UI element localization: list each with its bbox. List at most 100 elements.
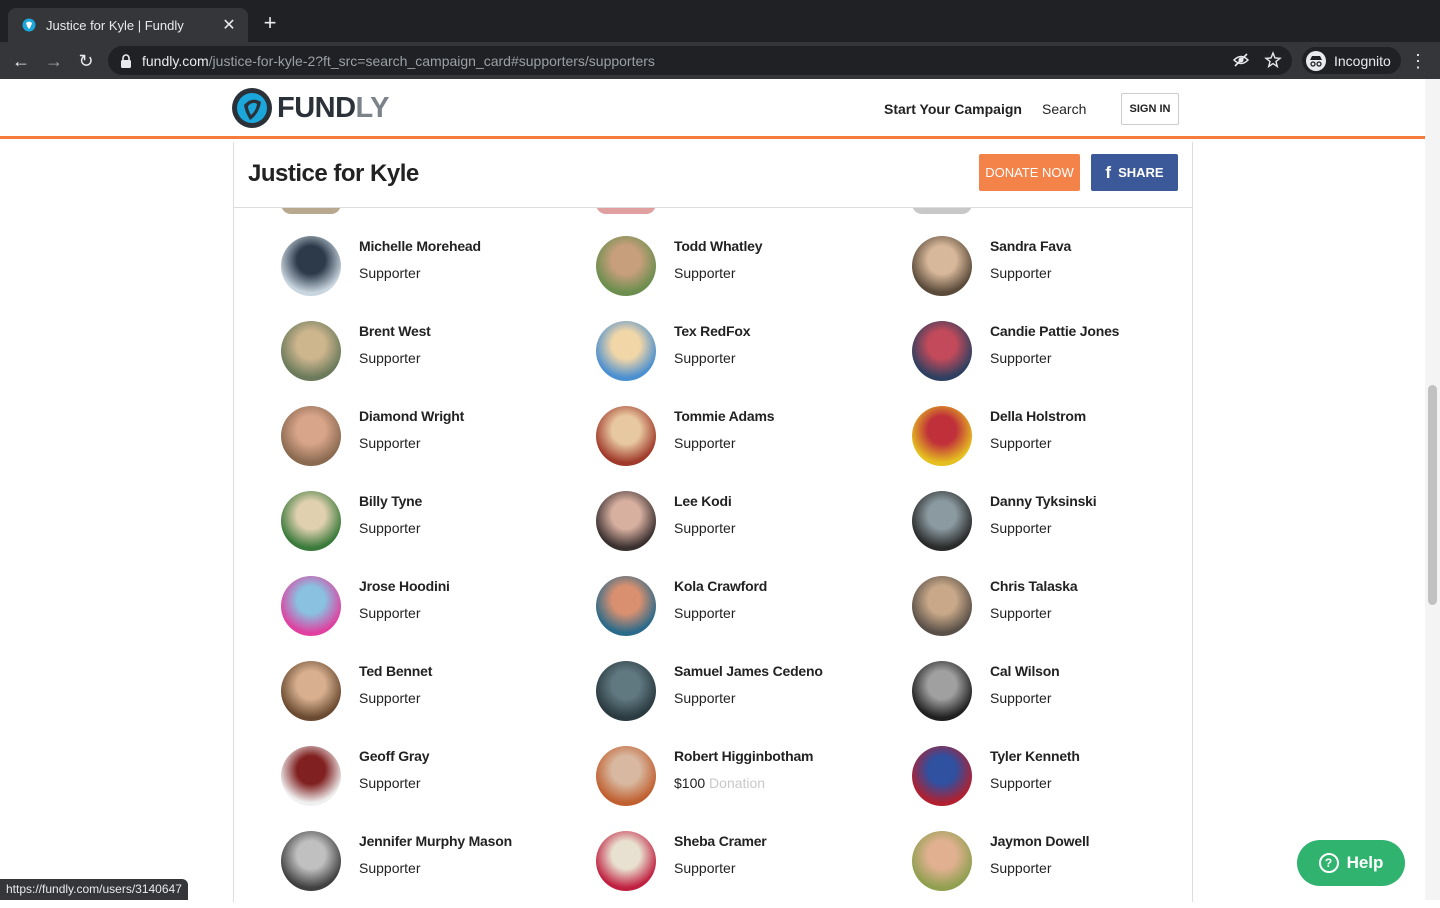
avatar[interactable] bbox=[596, 406, 656, 466]
avatar[interactable] bbox=[281, 661, 341, 721]
supporter-card[interactable]: Geoff Gray Supporter bbox=[281, 746, 581, 816]
new-tab-icon[interactable]: + bbox=[258, 11, 282, 35]
supporter-card[interactable]: Tyler Kenneth Supporter bbox=[912, 746, 1192, 816]
supporter-name[interactable]: Sheba Cramer bbox=[674, 833, 767, 849]
avatar[interactable] bbox=[912, 661, 972, 721]
supporter-card[interactable]: Tommie Adams Supporter bbox=[596, 406, 896, 476]
supporter-card[interactable]: Diamond Wright Supporter bbox=[281, 406, 581, 476]
star-icon[interactable] bbox=[1264, 51, 1282, 69]
avatar[interactable] bbox=[281, 208, 341, 214]
browser-tab[interactable]: Justice for Kyle | Fundly ✕ bbox=[8, 8, 248, 42]
avatar[interactable] bbox=[596, 576, 656, 636]
supporter-card[interactable]: Lee Kodi Supporter bbox=[596, 491, 896, 561]
avatar[interactable] bbox=[912, 491, 972, 551]
search-link[interactable]: Search bbox=[1042, 101, 1086, 117]
avatar[interactable] bbox=[912, 831, 972, 891]
help-button[interactable]: ? Help bbox=[1297, 840, 1405, 886]
avatar[interactable] bbox=[596, 746, 656, 806]
browser-menu-icon[interactable]: ⋮ bbox=[1408, 48, 1428, 74]
supporter-name[interactable]: Samuel James Cedeno bbox=[674, 663, 823, 679]
supporter-card[interactable]: Cal Wilson Supporter bbox=[912, 661, 1192, 731]
supporter-card[interactable]: Ted Bennet Supporter bbox=[281, 661, 581, 731]
forward-arrow-icon[interactable]: → bbox=[41, 48, 67, 74]
supporter-name[interactable]: Tex RedFox bbox=[674, 323, 751, 339]
avatar[interactable] bbox=[281, 321, 341, 381]
supporter-card[interactable]: Danny Tyksinski Supporter bbox=[912, 491, 1192, 561]
avatar[interactable] bbox=[281, 406, 341, 466]
facebook-share-button[interactable]: f SHARE bbox=[1091, 154, 1178, 191]
supporter-card[interactable]: Jennifer Murphy Mason Supporter bbox=[281, 831, 581, 901]
supporter-card[interactable]: Brent West Supporter bbox=[281, 321, 581, 391]
scrollbar-thumb[interactable] bbox=[1428, 385, 1437, 605]
supporter-name[interactable]: Sandra Fava bbox=[990, 238, 1071, 254]
supporter-card[interactable]: Jaymon Dowell Supporter bbox=[912, 831, 1192, 901]
back-arrow-icon[interactable]: ← bbox=[8, 48, 34, 74]
supporter-name[interactable]: Danny Tyksinski bbox=[990, 493, 1097, 509]
supporter-card[interactable]: Chris Talaska Supporter bbox=[912, 576, 1192, 646]
start-campaign-link[interactable]: Start Your Campaign bbox=[884, 101, 1022, 117]
avatar[interactable] bbox=[281, 236, 341, 296]
supporter-name[interactable]: Kola Crawford bbox=[674, 578, 767, 594]
supporter-name[interactable]: Ted Bennet bbox=[359, 663, 432, 679]
campaign-frame: Justice for Kyle DONATE NOW f SHARE Mich… bbox=[233, 142, 1193, 902]
avatar[interactable] bbox=[596, 491, 656, 551]
supporter-card[interactable]: Robert Higginbotham $100 Donation bbox=[596, 746, 896, 816]
avatar[interactable] bbox=[912, 236, 972, 296]
supporter-card[interactable]: Sheba Cramer Supporter bbox=[596, 831, 896, 901]
supporter-card[interactable]: Kola Crawford Supporter bbox=[596, 576, 896, 646]
supporter-card[interactable]: Todd Whatley Supporter bbox=[596, 236, 896, 306]
supporter-role: Supporter bbox=[674, 265, 735, 281]
supporter-card[interactable]: Candie Pattie Jones Supporter bbox=[912, 321, 1192, 391]
supporter-card[interactable]: Della Holstrom Supporter bbox=[912, 406, 1192, 476]
supporter-role-text: Supporter bbox=[990, 520, 1052, 536]
avatar[interactable] bbox=[596, 831, 656, 891]
avatar[interactable] bbox=[912, 208, 972, 214]
supporter-role: Supporter bbox=[359, 775, 420, 791]
avatar[interactable] bbox=[912, 406, 972, 466]
supporter-name[interactable]: Geoff Gray bbox=[359, 748, 430, 764]
supporter-name[interactable]: Todd Whatley bbox=[674, 238, 763, 254]
supporter-card[interactable]: Samuel James Cedeno Supporter bbox=[596, 661, 896, 731]
supporter-name[interactable]: Tommie Adams bbox=[674, 408, 774, 424]
avatar[interactable] bbox=[596, 208, 656, 214]
fundly-logo[interactable]: FUNDLY bbox=[232, 88, 389, 128]
incognito-profile-button[interactable]: Incognito bbox=[1302, 47, 1401, 74]
address-bar[interactable]: fundly.com/justice-for-kyle-2?ft_src=sea… bbox=[108, 46, 1292, 75]
supporter-name[interactable]: Jrose Hoodini bbox=[359, 578, 450, 594]
avatar[interactable] bbox=[912, 576, 972, 636]
avatar[interactable] bbox=[281, 831, 341, 891]
supporter-name[interactable]: Della Holstrom bbox=[990, 408, 1086, 424]
supporter-name[interactable]: Robert Higginbotham bbox=[674, 748, 813, 764]
tab-close-icon[interactable]: ✕ bbox=[220, 15, 238, 35]
avatar[interactable] bbox=[596, 661, 656, 721]
supporter-name[interactable]: Candie Pattie Jones bbox=[990, 323, 1119, 339]
avatar[interactable] bbox=[281, 491, 341, 551]
avatar[interactable] bbox=[596, 321, 656, 381]
donate-now-button[interactable]: DONATE NOW bbox=[979, 154, 1080, 191]
supporter-card[interactable]: Jrose Hoodini Supporter bbox=[281, 576, 581, 646]
supporter-name[interactable]: Brent West bbox=[359, 323, 431, 339]
supporter-name[interactable]: Lee Kodi bbox=[674, 493, 732, 509]
supporter-name[interactable]: Cal Wilson bbox=[990, 663, 1060, 679]
supporter-name[interactable]: Chris Talaska bbox=[990, 578, 1078, 594]
avatar[interactable] bbox=[281, 576, 341, 636]
supporter-name[interactable]: Billy Tyne bbox=[359, 493, 422, 509]
eye-slash-icon[interactable] bbox=[1232, 51, 1250, 69]
sign-in-button[interactable]: SIGN IN bbox=[1121, 93, 1179, 125]
supporter-card[interactable]: Sandra Fava Supporter bbox=[912, 236, 1192, 306]
supporter-card[interactable]: Billy Tyne Supporter bbox=[281, 491, 581, 561]
supporter-name[interactable]: Tyler Kenneth bbox=[990, 748, 1080, 764]
supporter-card[interactable]: Michelle Morehead Supporter bbox=[281, 236, 581, 306]
avatar[interactable] bbox=[912, 746, 972, 806]
avatar[interactable] bbox=[912, 321, 972, 381]
supporter-name[interactable]: Michelle Morehead bbox=[359, 238, 481, 254]
avatar[interactable] bbox=[596, 236, 656, 296]
page-scrollbar[interactable] bbox=[1425, 79, 1440, 900]
supporter-name[interactable]: Jennifer Murphy Mason bbox=[359, 833, 512, 849]
supporter-name[interactable]: Jaymon Dowell bbox=[990, 833, 1090, 849]
supporter-name[interactable]: Diamond Wright bbox=[359, 408, 464, 424]
avatar[interactable] bbox=[281, 746, 341, 806]
fundly-favicon-icon bbox=[22, 18, 36, 32]
reload-icon[interactable]: ↻ bbox=[73, 48, 99, 74]
supporter-card[interactable]: Tex RedFox Supporter bbox=[596, 321, 896, 391]
